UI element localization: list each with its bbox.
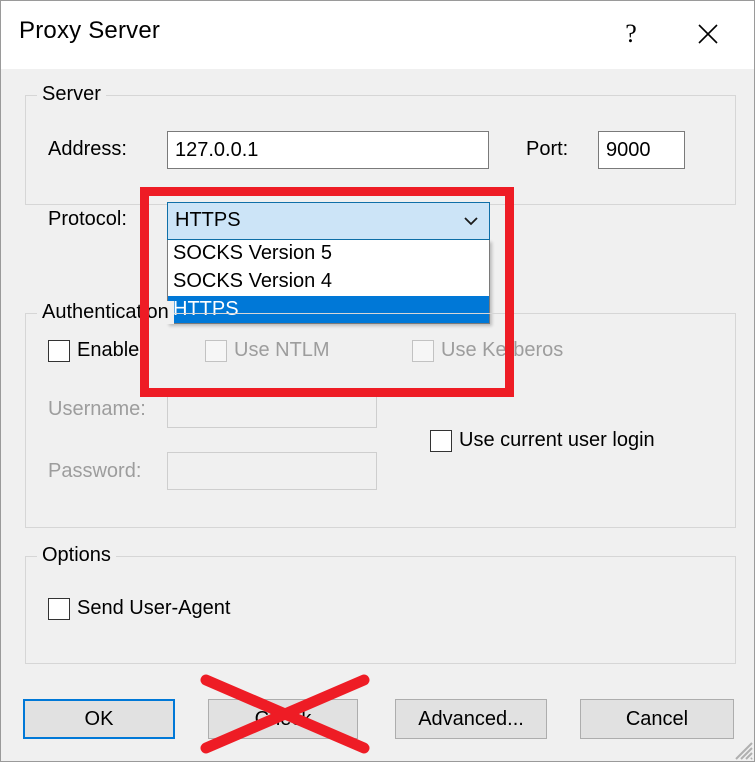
protocol-option-socks4[interactable]: SOCKS Version 4 [168,268,489,296]
advanced-button[interactable]: Advanced... [395,699,547,739]
enable-checkbox[interactable]: Enable [48,339,139,362]
port-label: Port: [526,138,569,160]
protocol-option-socks5[interactable]: SOCKS Version 5 [168,240,489,268]
protocol-label: Protocol: [48,208,127,230]
options-group-legend: Options [37,544,116,567]
protocol-combobox[interactable]: HTTPS [167,202,490,240]
use-current-user-login-label: Use current user login [459,429,655,451]
address-label: Address: [48,138,127,160]
use-kerberos-checkbox-label: Use Kerberos [441,339,564,361]
proxy-server-dialog: Proxy Server ? Server Address: Port: Pro… [0,0,755,762]
use-ntlm-checkbox-label: Use NTLM [234,339,330,361]
cancel-button[interactable]: Cancel [580,699,734,739]
chevron-down-icon [464,217,478,226]
use-current-user-login-checkbox[interactable]: Use current user login [430,429,655,452]
use-ntlm-checkbox: Use NTLM [205,339,330,362]
window-title: Proxy Server [19,17,161,44]
resize-grip-icon[interactable] [731,738,753,760]
port-input[interactable] [598,131,685,169]
close-icon [698,24,718,44]
title-bar: Proxy Server ? [1,1,754,69]
send-user-agent-label: Send User-Agent [77,597,231,619]
address-input[interactable] [167,131,489,169]
protocol-dropdown-list[interactable]: SOCKS Version 5 SOCKS Version 4 HTTPS [167,240,490,324]
check-button[interactable]: Check [208,699,358,739]
checkbox-icon [412,339,434,362]
use-kerberos-checkbox: Use Kerberos [412,339,563,362]
checkbox-icon [48,339,70,362]
question-mark-icon: ? [625,19,637,48]
authentication-group-legend: Authentication [37,301,174,324]
enable-checkbox-label: Enable [77,339,140,361]
close-button[interactable] [678,1,738,67]
checkbox-icon [48,597,70,620]
ok-button[interactable]: OK [23,699,175,739]
dialog-client-area: Server Address: Port: Protocol: HTTPS SO… [2,69,754,761]
protocol-selected-value: HTTPS [175,209,241,231]
checkbox-icon [430,429,452,452]
send-user-agent-checkbox[interactable]: Send User-Agent [48,597,230,620]
username-input [167,390,377,428]
checkbox-icon [205,339,227,362]
username-label: Username: [48,398,146,420]
password-label: Password: [48,460,142,482]
server-group-legend: Server [37,83,106,106]
password-input [167,452,377,490]
help-button[interactable]: ? [601,1,661,67]
